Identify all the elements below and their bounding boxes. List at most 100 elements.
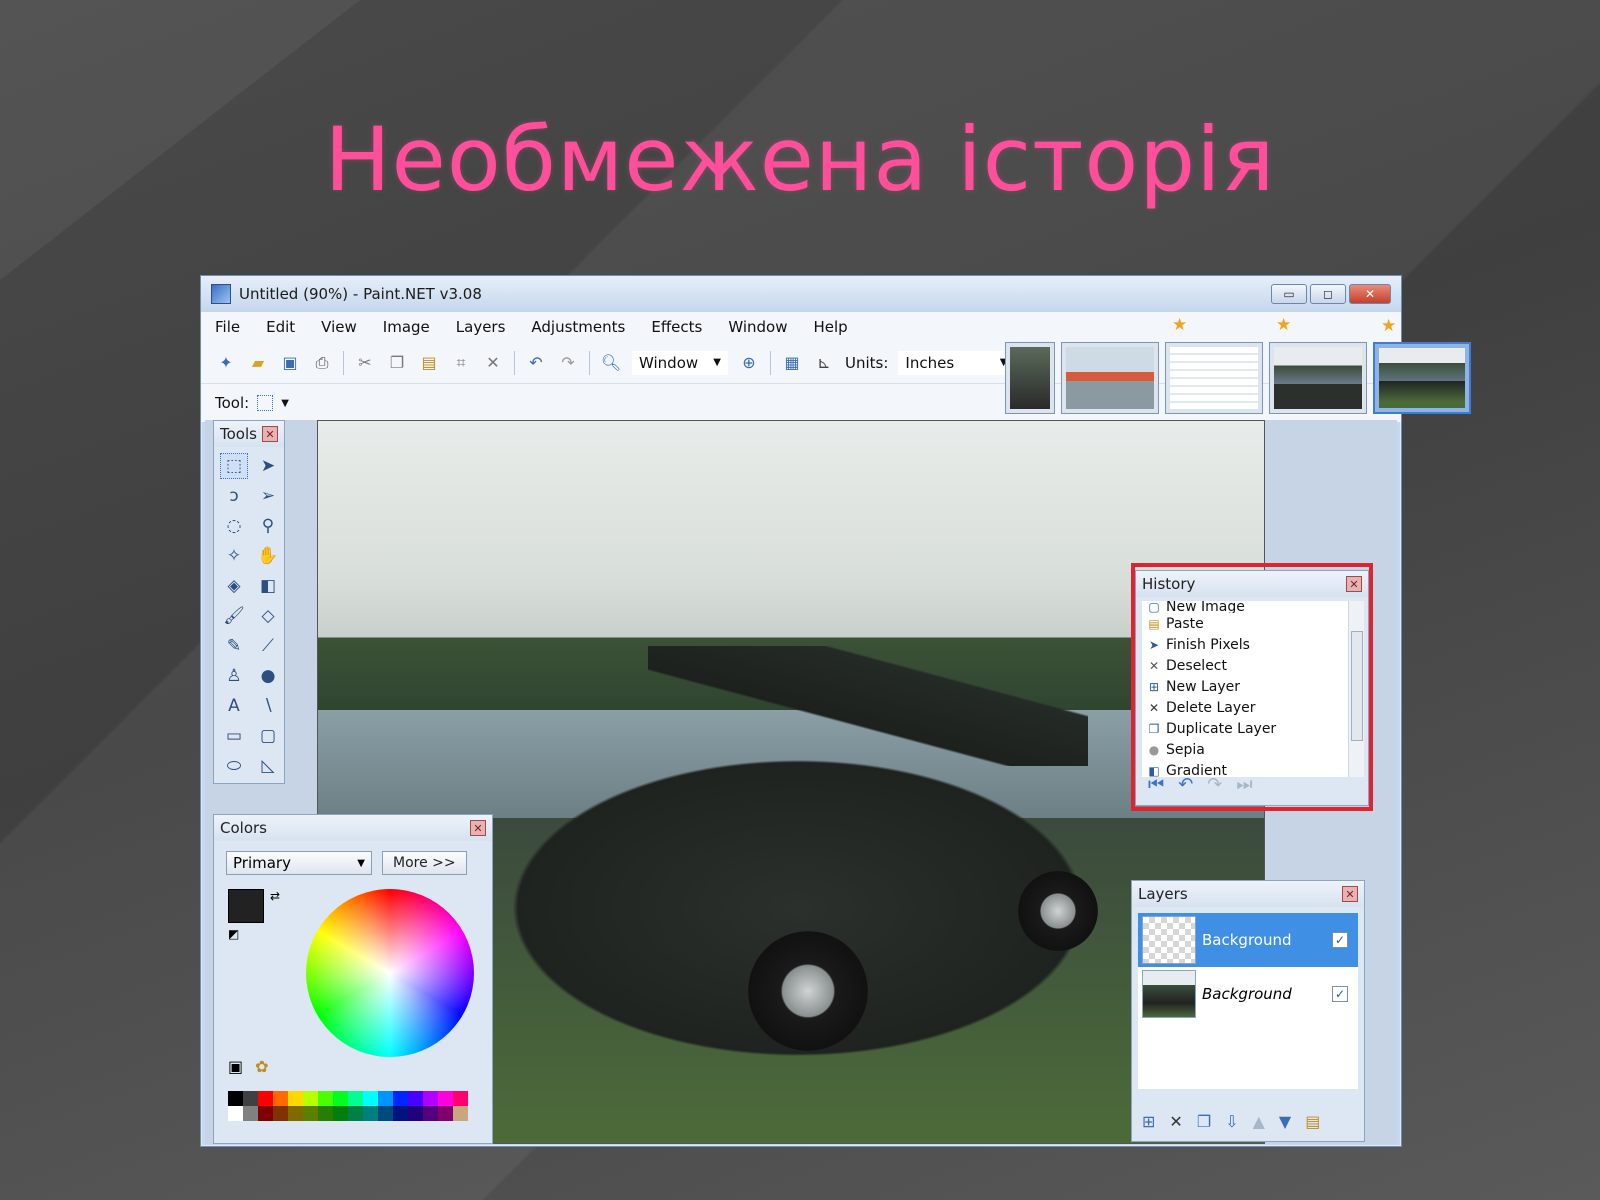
line-curve-tool[interactable]: ∖: [254, 693, 282, 719]
text-tool[interactable]: A: [220, 693, 248, 719]
layers-list: Background ✓ Background ✓: [1138, 913, 1358, 1089]
ellipse-tool[interactable]: ⬭: [220, 753, 248, 779]
menu-layers[interactable]: Layers: [456, 318, 506, 336]
zoom-out-icon[interactable]: 🔍︎: [600, 352, 622, 374]
layer-row[interactable]: Background ✓: [1138, 967, 1358, 1021]
layer-visibility-checkbox[interactable]: ✓: [1332, 986, 1348, 1002]
rectangle-select-tool[interactable]: ⬚: [220, 453, 248, 479]
units-dropdown[interactable]: Inches ▼: [898, 350, 1015, 375]
pencil-tool[interactable]: ✎: [220, 633, 248, 659]
open-folder-icon[interactable]: ▰: [247, 352, 269, 374]
toolbar-separator: [514, 350, 515, 375]
unsaved-star-icon: ★: [1276, 315, 1292, 335]
palette-tools: ▣ ✿: [228, 1057, 269, 1076]
layer-thumbnail: [1142, 916, 1196, 964]
menu-view[interactable]: View: [321, 318, 357, 336]
recolor-tool[interactable]: ●: [254, 663, 282, 689]
tools-panel-title: Tools: [220, 425, 257, 443]
color-wheel[interactable]: [306, 889, 474, 1057]
color-palette-row2[interactable]: [228, 1106, 468, 1121]
close-button[interactable]: ✕: [1349, 284, 1391, 304]
tool-label: Tool:: [215, 394, 250, 412]
grid-icon[interactable]: ▦: [781, 352, 803, 374]
menu-bar: File Edit View Image Layers Adjustments …: [201, 312, 1401, 342]
close-icon[interactable]: ✕: [262, 426, 278, 442]
ruler-icon[interactable]: ⊾: [813, 352, 835, 374]
palette-icon[interactable]: ▣: [228, 1057, 243, 1076]
copy-icon[interactable]: ❐: [386, 352, 408, 374]
car-wheel-shape: [1018, 871, 1098, 951]
image-thumbnail-active[interactable]: ★: [1373, 316, 1471, 414]
pan-tool[interactable]: ✋: [254, 543, 282, 569]
close-icon[interactable]: ✕: [470, 820, 486, 836]
menu-window[interactable]: Window: [728, 318, 787, 336]
undo-icon[interactable]: ↶: [525, 352, 547, 374]
cut-icon[interactable]: ✂: [354, 352, 376, 374]
more-colors-button[interactable]: More >>: [382, 851, 467, 875]
layer-properties-icon[interactable]: ▤: [1305, 1112, 1320, 1131]
palette-options-icon[interactable]: ✿: [255, 1057, 268, 1076]
print-icon[interactable]: ⎙: [311, 352, 333, 374]
paste-icon[interactable]: ▤: [418, 352, 440, 374]
move-layer-down-icon[interactable]: ▼: [1279, 1112, 1291, 1131]
zoom-tool[interactable]: ⚲: [254, 513, 282, 539]
colors-panel-header: Colors ✕: [214, 815, 492, 841]
reset-colors-icon[interactable]: ◩: [228, 927, 239, 941]
rounded-rectangle-tool[interactable]: ▢: [254, 723, 282, 749]
move-layer-up-icon[interactable]: ▲: [1253, 1112, 1265, 1131]
color-mode-dropdown[interactable]: Primary ▼: [226, 851, 372, 875]
layer-controls: ⊞ ✕ ❐ ⇩ ▲ ▼ ▤: [1142, 1112, 1320, 1131]
gradient-tool[interactable]: ◧: [254, 573, 282, 599]
minimize-button[interactable]: ▭: [1271, 284, 1307, 304]
redo-icon[interactable]: ↷: [557, 352, 579, 374]
color-swatches: ⇄ ◩: [228, 889, 288, 949]
menu-help[interactable]: Help: [813, 318, 847, 336]
new-file-icon[interactable]: ✦: [215, 352, 237, 374]
layer-visibility-checkbox[interactable]: ✓: [1332, 932, 1348, 948]
menu-effects[interactable]: Effects: [651, 318, 702, 336]
swap-colors-icon[interactable]: ⇄: [270, 889, 280, 903]
image-thumbnail[interactable]: [1061, 342, 1159, 414]
title-bar: Untitled (90%) - Paint.NET v3.08 ▭ ◻ ✕: [201, 276, 1401, 312]
chevron-down-icon[interactable]: ▼: [281, 398, 289, 409]
image-thumbnail[interactable]: ★: [1269, 315, 1367, 414]
freeform-shape-tool[interactable]: ◺: [254, 753, 282, 779]
image-thumbnail[interactable]: ★: [1165, 315, 1263, 414]
zoom-value: Window: [639, 353, 699, 372]
rectangle-select-icon[interactable]: [257, 395, 274, 411]
rectangle-tool[interactable]: ▭: [220, 723, 248, 749]
color-picker-tool[interactable]: ⟋: [254, 633, 282, 659]
close-icon[interactable]: ✕: [1342, 886, 1358, 902]
paintbrush-tool[interactable]: 🖌︎: [220, 603, 248, 629]
toolbar-separator: [343, 350, 344, 375]
menu-file[interactable]: File: [215, 318, 240, 336]
layer-row[interactable]: Background ✓: [1138, 913, 1358, 967]
primary-color-swatch[interactable]: [228, 889, 264, 923]
magic-wand-tool[interactable]: ✧: [220, 543, 248, 569]
menu-edit[interactable]: Edit: [266, 318, 295, 336]
merge-layer-down-icon[interactable]: ⇩: [1225, 1112, 1238, 1131]
menu-adjustments[interactable]: Adjustments: [531, 318, 625, 336]
add-layer-icon[interactable]: ⊞: [1142, 1112, 1155, 1131]
maximize-button[interactable]: ◻: [1310, 284, 1346, 304]
zoom-dropdown[interactable]: Window ▼: [632, 350, 728, 375]
clone-stamp-tool[interactable]: ♙: [220, 663, 248, 689]
duplicate-layer-icon[interactable]: ❐: [1197, 1112, 1211, 1131]
ellipse-select-tool[interactable]: ◌: [220, 513, 248, 539]
image-thumbnail[interactable]: [1005, 342, 1055, 414]
crop-icon[interactable]: ⌗: [450, 352, 472, 374]
workspace: Tools ✕ ⬚ ➤ ↄ ➢ ◌ ⚲ ✧ ✋ ◈ ◧ 🖌︎ ◇ ✎ ⟋ ♙ ●: [205, 420, 1397, 1144]
save-icon[interactable]: ▣: [279, 352, 301, 374]
move-selected-tool[interactable]: ➤: [254, 453, 282, 479]
color-palette[interactable]: [228, 1091, 468, 1106]
eraser-tool[interactable]: ◇: [254, 603, 282, 629]
delete-layer-icon[interactable]: ✕: [1169, 1112, 1182, 1131]
zoom-in-icon[interactable]: ⊕: [738, 352, 760, 374]
deselect-icon[interactable]: ✕: [482, 352, 504, 374]
menu-image[interactable]: Image: [383, 318, 430, 336]
lasso-select-tool[interactable]: ↄ: [220, 483, 248, 509]
layers-panel-title: Layers: [1138, 885, 1188, 903]
paint-bucket-tool[interactable]: ◈: [220, 573, 248, 599]
slide-title: Необмежена історія: [324, 108, 1276, 211]
move-selection-tool[interactable]: ➢: [254, 483, 282, 509]
